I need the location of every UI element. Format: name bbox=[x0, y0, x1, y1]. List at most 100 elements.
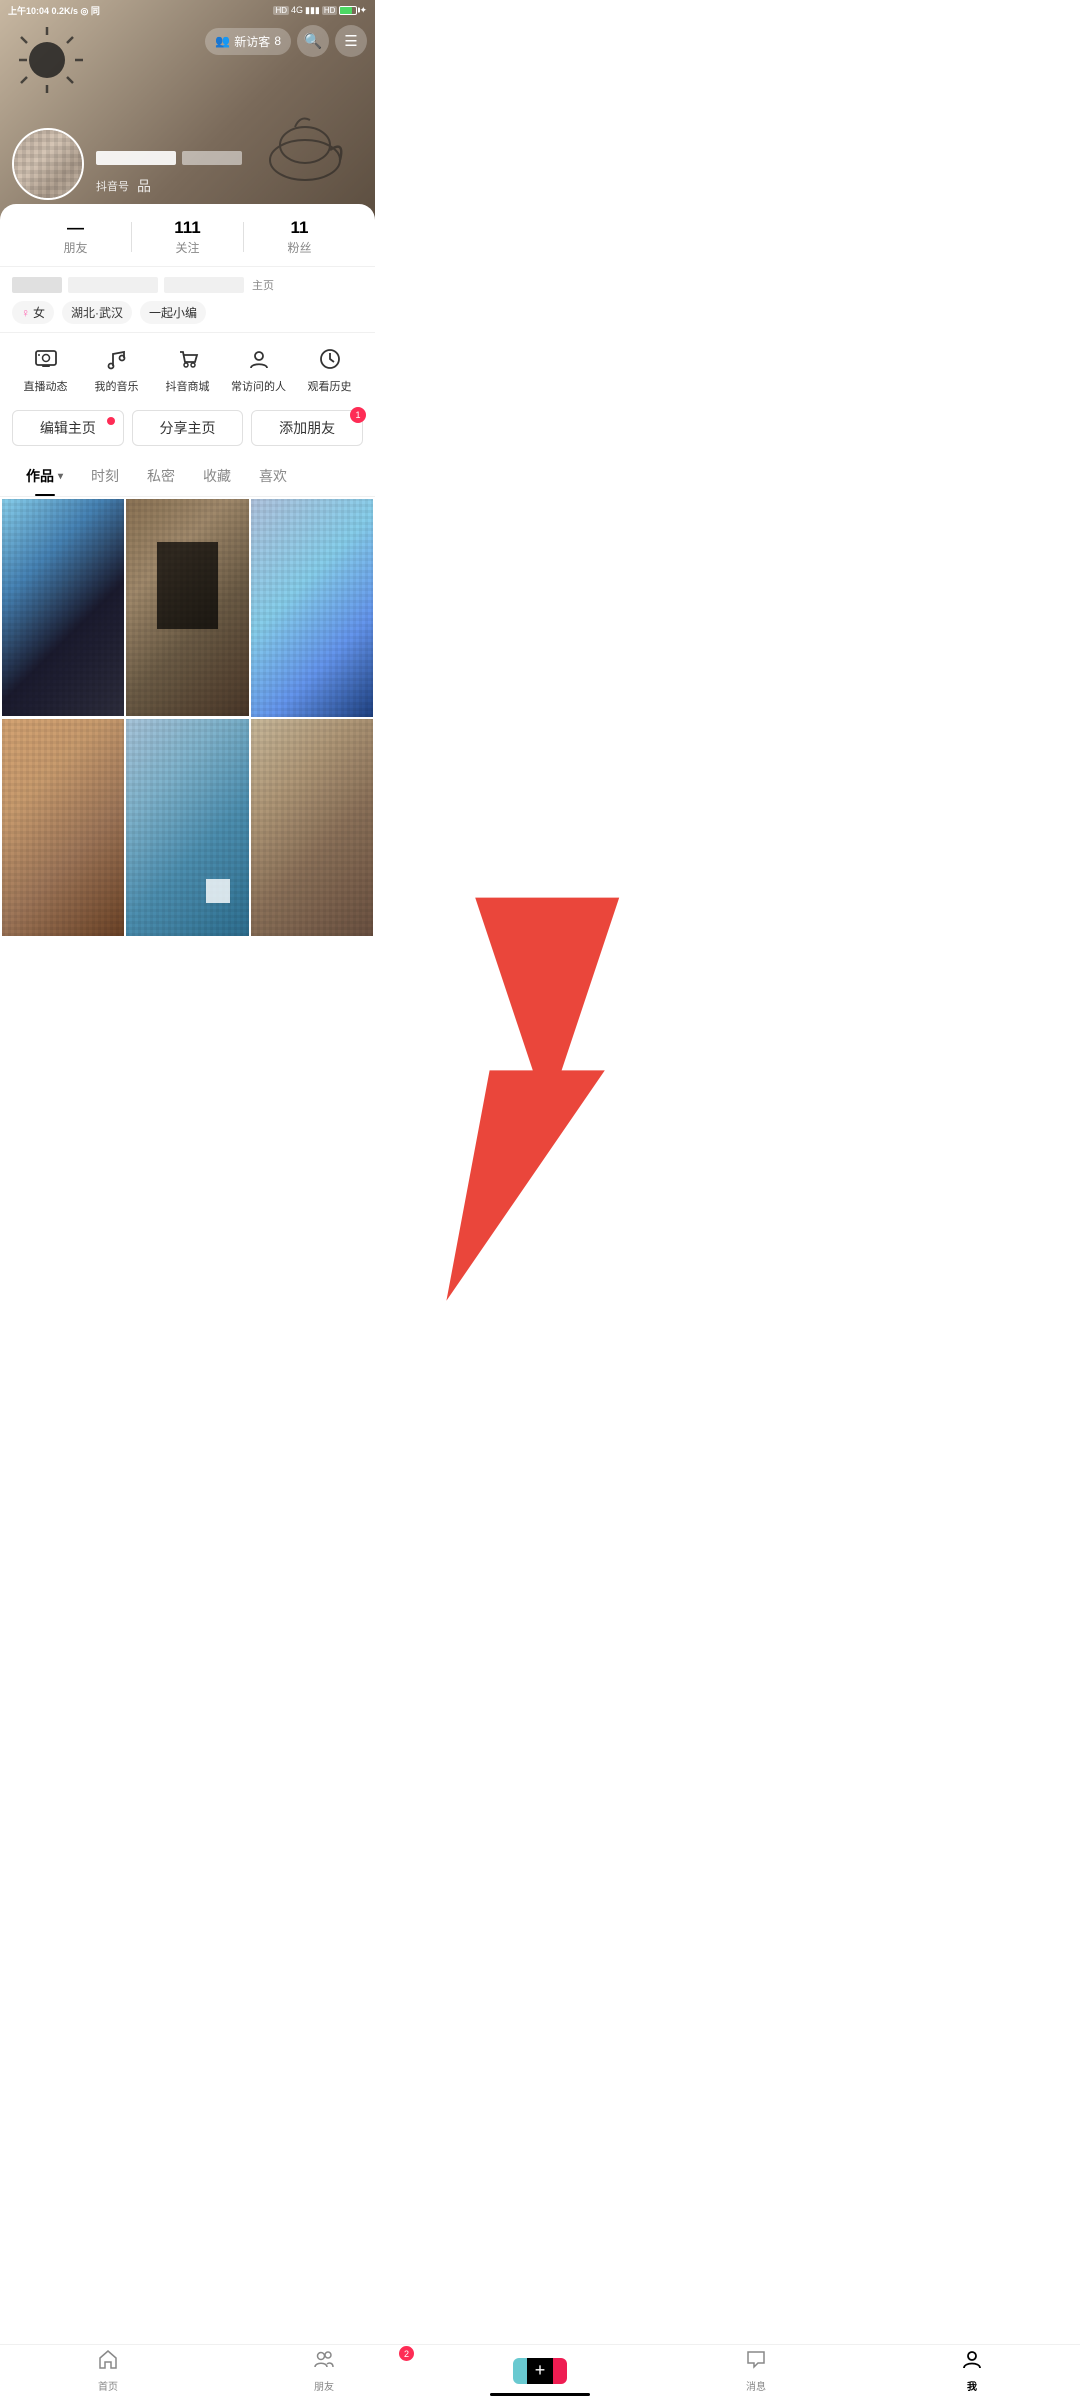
name-badge-2 bbox=[68, 277, 158, 293]
nav-live[interactable]: 直播动态 bbox=[10, 345, 81, 394]
menu-icon: ☰ bbox=[344, 32, 357, 50]
edit-info-area: 主页 ♀ 女 湖北·武汉 一起小编 bbox=[0, 267, 375, 332]
tab-moments-label: 时刻 bbox=[91, 466, 119, 486]
tab-likes[interactable]: 喜欢 bbox=[245, 456, 301, 496]
me-svg bbox=[961, 2348, 983, 2370]
shop-svg-icon bbox=[175, 346, 201, 372]
intro-badge: 一起小编 bbox=[140, 301, 206, 324]
battery-fill bbox=[340, 7, 351, 14]
nav-visited[interactable]: 常访问的人 bbox=[223, 345, 294, 394]
visitor-count: 8 bbox=[274, 34, 281, 48]
home-icon bbox=[97, 2348, 119, 2376]
profile-card: — 朋友 111 关注 11 粉丝 主页 bbox=[0, 204, 375, 938]
live-label: 直播动态 bbox=[24, 378, 68, 394]
sun-svg bbox=[15, 25, 85, 95]
tab-works[interactable]: 作品 ▾ bbox=[12, 456, 77, 496]
username-area: 抖音号 品 bbox=[96, 151, 242, 200]
video-thumb-3[interactable] bbox=[251, 499, 373, 717]
visited-label: 常访问的人 bbox=[231, 378, 286, 394]
add-friend-label: 添加朋友 bbox=[279, 418, 335, 438]
gender-badge: ♀ 女 bbox=[12, 301, 54, 324]
stat-friends[interactable]: — 朋友 bbox=[20, 218, 131, 256]
status-4g: 4G bbox=[291, 5, 303, 15]
edit-label: 主页 bbox=[252, 277, 274, 293]
shop-icon bbox=[174, 345, 202, 373]
avatar-image bbox=[14, 130, 82, 198]
tab-favorites-label: 收藏 bbox=[203, 466, 231, 486]
visitor-button[interactable]: 👥 新访客 8 bbox=[205, 28, 291, 55]
status-time: 上午10:04 0.2K/s ◎ 同 bbox=[8, 4, 100, 17]
messages-label: 消息 bbox=[746, 2378, 766, 2393]
gender-icon: ♀ bbox=[21, 306, 30, 320]
visitor-icon: 👥 bbox=[215, 34, 230, 48]
avatar-section: 抖音号 品 bbox=[12, 128, 242, 200]
video-thumb-2[interactable] bbox=[126, 499, 248, 716]
bottom-nav: 首页 2 朋友 + 消息 bbox=[0, 2344, 1080, 2400]
avatar[interactable] bbox=[12, 128, 84, 200]
pixel-overlay-1 bbox=[2, 499, 124, 716]
tab-favorites[interactable]: 收藏 bbox=[189, 456, 245, 496]
share-homepage-label: 分享主页 bbox=[160, 418, 216, 438]
pixel-overlay-3 bbox=[251, 499, 373, 717]
video-thumb-5[interactable] bbox=[126, 719, 248, 936]
tags-row: ♀ 女 湖北·武汉 一起小编 bbox=[12, 301, 363, 324]
tab-likes-label: 喜欢 bbox=[259, 466, 287, 486]
qr-icon: 品 bbox=[137, 176, 151, 196]
nav-friends[interactable]: 2 朋友 bbox=[216, 2348, 432, 2393]
visitor-label: 新访客 bbox=[234, 33, 270, 50]
history-label: 观看历史 bbox=[308, 378, 352, 394]
messages-icon bbox=[745, 2348, 767, 2376]
username-block-1 bbox=[96, 151, 176, 165]
bluetooth-icon: ✦ bbox=[359, 5, 367, 16]
douyin-id-row: 抖音号 品 bbox=[96, 176, 242, 196]
pixel-overlay-4 bbox=[2, 719, 124, 936]
profile-header-background: 上午10:04 0.2K/s ◎ 同 HD 4G ▮▮▮ HD ✦ bbox=[0, 0, 375, 220]
me-label: 我 bbox=[967, 2378, 977, 2393]
tab-private[interactable]: 私密 bbox=[133, 456, 189, 496]
stat-following-number: 111 bbox=[132, 218, 243, 238]
menu-button[interactable]: ☰ bbox=[335, 25, 367, 57]
stat-fans-number: 11 bbox=[244, 218, 355, 238]
video-thumb-6[interactable] bbox=[251, 719, 373, 937]
add-plus-icon: + bbox=[535, 2360, 546, 2381]
nav-add[interactable]: + bbox=[432, 2358, 648, 2384]
nav-me[interactable]: 我 bbox=[864, 2348, 1080, 2393]
header-top-buttons: 👥 新访客 8 🔍 ☰ bbox=[205, 25, 367, 57]
home-indicator bbox=[490, 2393, 590, 2396]
edit-homepage-button[interactable]: 编辑主页 bbox=[12, 410, 124, 446]
nav-home[interactable]: 首页 bbox=[0, 2348, 216, 2393]
home-svg bbox=[97, 2348, 119, 2370]
gender-label: 女 bbox=[33, 304, 45, 321]
pixel-overlay-6 bbox=[251, 719, 373, 937]
stat-following[interactable]: 111 关注 bbox=[132, 218, 243, 256]
stat-fans[interactable]: 11 粉丝 bbox=[244, 218, 355, 256]
music-label: 我的音乐 bbox=[95, 378, 139, 394]
nav-messages[interactable]: 消息 bbox=[648, 2348, 864, 2393]
friends-svg bbox=[313, 2348, 335, 2370]
history-svg-icon bbox=[317, 346, 343, 372]
signal-icon: ▮▮▮ bbox=[305, 5, 320, 16]
video-thumb-1[interactable] bbox=[2, 499, 124, 716]
share-homepage-button[interactable]: 分享主页 bbox=[132, 410, 244, 446]
friends-icon bbox=[313, 2348, 335, 2376]
decorative-sun bbox=[15, 25, 85, 95]
tab-moments[interactable]: 时刻 bbox=[77, 456, 133, 496]
edit-dot-badge bbox=[107, 417, 115, 425]
add-button[interactable]: + bbox=[521, 2358, 559, 2384]
nav-shop[interactable]: 抖音商城 bbox=[152, 345, 223, 394]
action-buttons: 编辑主页 分享主页 添加朋友 1 bbox=[0, 404, 375, 456]
nav-music[interactable]: 我的音乐 bbox=[81, 345, 152, 394]
search-button[interactable]: 🔍 bbox=[297, 25, 329, 57]
messages-svg bbox=[745, 2348, 767, 2370]
search-icon: 🔍 bbox=[304, 32, 323, 50]
stat-friends-number: — bbox=[20, 218, 131, 238]
music-svg-icon bbox=[104, 346, 130, 372]
stat-fans-label: 粉丝 bbox=[244, 239, 355, 256]
nav-history[interactable]: 观看历史 bbox=[294, 345, 365, 394]
status-bar: 上午10:04 0.2K/s ◎ 同 HD 4G ▮▮▮ HD ✦ bbox=[0, 0, 375, 20]
add-friend-button[interactable]: 添加朋友 1 bbox=[251, 410, 363, 446]
black-block-2 bbox=[157, 542, 218, 629]
video-thumb-4[interactable] bbox=[2, 719, 124, 936]
content-tabs: 作品 ▾ 时刻 私密 收藏 喜欢 bbox=[0, 456, 375, 497]
music-icon bbox=[103, 345, 131, 373]
